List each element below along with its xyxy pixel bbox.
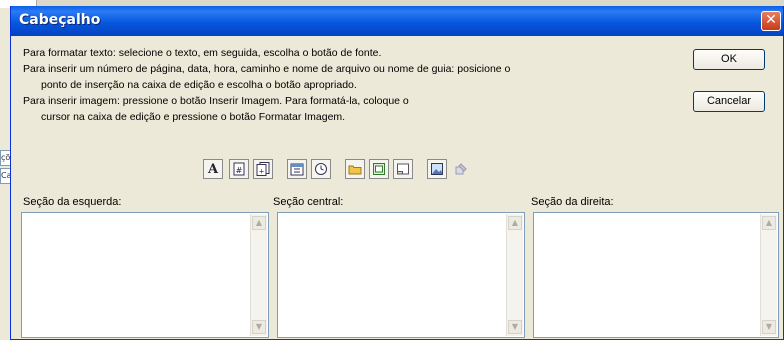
scroll-up-arrow-icon[interactable]: ▲ [762, 216, 776, 230]
scroll-up-arrow-icon[interactable]: ▲ [252, 216, 266, 230]
total-pages-button[interactable]: + [253, 159, 273, 179]
scroll-down-arrow-icon[interactable]: ▼ [252, 320, 266, 334]
insert-picture-icon [431, 163, 443, 175]
right-section-label: Seção da direita: [531, 196, 614, 208]
file-path-icon [348, 165, 362, 175]
total-pages-icon: + [256, 162, 270, 176]
time-icon [315, 163, 327, 175]
cancel-button[interactable]: Cancelar [693, 91, 765, 112]
file-path-button[interactable] [345, 159, 365, 179]
svg-text:#: # [236, 166, 243, 175]
dialog-title: Cabeçalho [19, 12, 101, 28]
format-picture-icon [455, 163, 467, 175]
instruction-line: Para inserir imagem: pressione o botão I… [23, 95, 409, 107]
instruction-line: ponto de inserção na caixa de edição e e… [41, 79, 357, 91]
ok-button[interactable]: OK [693, 49, 765, 70]
date-button[interactable] [287, 159, 307, 179]
close-icon: ✕ [765, 12, 777, 28]
sheet-name-button[interactable] [393, 159, 413, 179]
time-button[interactable] [311, 159, 331, 179]
sheet-name-icon [397, 163, 409, 175]
instruction-line: Para formatar texto: selecione o texto, … [23, 47, 382, 59]
header-dialog: Cabeçalho ✕ Para formatar texto: selecio… [10, 6, 784, 340]
left-section-textbox[interactable]: ▲ ▼ [21, 212, 269, 338]
close-button[interactable]: ✕ [761, 11, 781, 31]
page-number-button[interactable]: # [229, 159, 249, 179]
font-icon: A [207, 161, 219, 177]
scrollbar[interactable]: ▲ ▼ [760, 214, 777, 336]
center-section-textbox[interactable]: ▲ ▼ [277, 212, 525, 338]
scroll-up-arrow-icon[interactable]: ▲ [508, 216, 522, 230]
date-icon [290, 163, 304, 176]
file-name-icon [373, 163, 385, 175]
page-number-icon: # [233, 162, 245, 176]
left-section-label: Seção da esquerda: [23, 196, 122, 208]
scrollbar[interactable]: ▲ ▼ [506, 214, 523, 336]
file-name-button[interactable] [369, 159, 389, 179]
scrollbar[interactable]: ▲ ▼ [250, 214, 267, 336]
center-section-label: Seção central: [273, 196, 344, 208]
format-picture-button[interactable] [451, 159, 471, 179]
font-button[interactable]: A [203, 159, 223, 179]
scroll-down-arrow-icon[interactable]: ▼ [762, 320, 776, 334]
svg-text:+: + [259, 168, 265, 176]
insert-picture-button[interactable] [427, 159, 447, 179]
instruction-line: cursor na caixa de edição e pressione o … [41, 111, 346, 123]
title-bar[interactable]: Cabeçalho ✕ [11, 6, 783, 36]
right-section-textbox[interactable]: ▲ ▼ [533, 212, 779, 338]
scroll-down-arrow-icon[interactable]: ▼ [508, 320, 522, 334]
instruction-line: Para inserir um número de página, data, … [23, 63, 511, 75]
